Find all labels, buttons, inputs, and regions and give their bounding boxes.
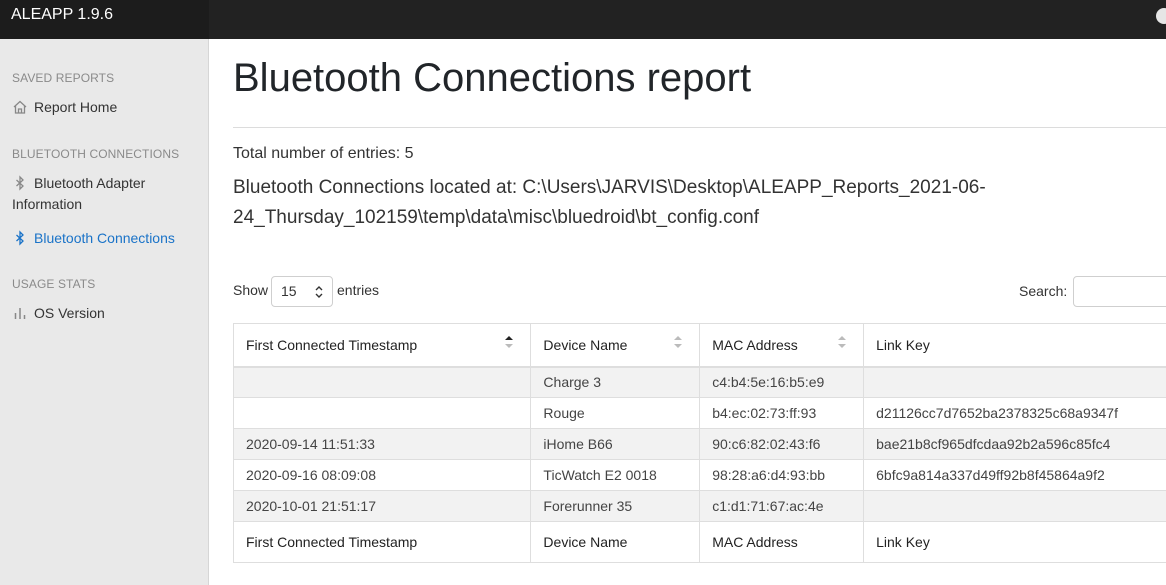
search-input[interactable] xyxy=(1073,276,1166,307)
cell-timestamp xyxy=(232,397,532,429)
sidebar-item-label: OS Version xyxy=(34,305,105,321)
cell-timestamp: 2020-09-14 11:51:33 xyxy=(232,428,532,460)
app-brand[interactable]: ALEAPP 1.9.6 xyxy=(0,0,209,39)
search-label: Search: xyxy=(1019,283,1068,299)
page-size-value: 15 xyxy=(281,283,297,299)
table-header-row: First Connected Timestamp Device Name MA… xyxy=(232,323,1166,368)
footer-header-device-name: Device Name xyxy=(530,521,701,563)
total-entries-text: Total number of entries: 5 xyxy=(233,145,414,162)
sidebar-heading-bluetooth-connections: BLUETOOTH CONNECTIONS xyxy=(12,147,180,161)
bluetooth-icon xyxy=(16,175,24,191)
select-arrows-icon xyxy=(315,286,323,298)
page-size-select[interactable]: 15 xyxy=(271,276,333,307)
sort-ascending-icon xyxy=(505,336,514,348)
bar-chart-icon xyxy=(14,308,26,319)
table-row: Rouge b4:ec:02:73:ff:93 d21126cc7d7652ba… xyxy=(232,397,1166,429)
sort-icon xyxy=(838,336,847,348)
footer-header-link-key: Link Key xyxy=(863,521,1166,563)
sidebar-item-label: Bluetooth Connections xyxy=(34,230,175,246)
column-header-mac-address[interactable]: MAC Address xyxy=(699,323,865,368)
sidebar-item-label: Bluetooth Adapter Information xyxy=(12,175,146,212)
column-header-device-name[interactable]: Device Name xyxy=(530,323,701,368)
footer-header-mac-address: MAC Address xyxy=(699,521,865,563)
cell-mac-address: 98:28:a6:d4:93:bb xyxy=(699,459,865,491)
cell-mac-address: c4:b4:5e:16:b5:e9 xyxy=(699,366,865,398)
sidebar: SAVED REPORTS Report Home BLUETOOTH CONN… xyxy=(0,39,209,585)
cell-device-name: iHome B66 xyxy=(530,428,701,460)
column-header-label: Device Name xyxy=(543,336,628,353)
page-title: Bluetooth Connections report xyxy=(233,56,752,100)
entries-label: entries xyxy=(337,282,380,298)
data-table: First Connected Timestamp Device Name MA… xyxy=(232,323,1166,563)
footer-header-timestamp: First Connected Timestamp xyxy=(232,521,532,563)
cell-link-key xyxy=(863,490,1166,522)
sidebar-item-label: Report Home xyxy=(34,99,118,115)
column-header-timestamp[interactable]: First Connected Timestamp xyxy=(232,323,532,368)
table-row: Charge 3 c4:b4:5e:16:b5:e9 xyxy=(232,366,1166,398)
column-header-label: First Connected Timestamp xyxy=(246,336,418,353)
column-header-label: Link Key xyxy=(876,336,930,353)
cell-device-name: Charge 3 xyxy=(530,366,701,398)
table-row: 2020-09-16 08:09:08 TicWatch E2 0018 98:… xyxy=(232,459,1166,491)
column-header-link-key[interactable]: Link Key xyxy=(863,323,1166,368)
sidebar-item-report-home[interactable]: Report Home xyxy=(12,97,202,118)
source-location-text: Bluetooth Connections located at: C:\Use… xyxy=(233,177,986,228)
column-header-label: MAC Address xyxy=(712,336,798,353)
cell-device-name: Rouge xyxy=(530,397,701,429)
cell-mac-address: 90:c6:82:02:43:f6 xyxy=(699,428,865,460)
cell-device-name: TicWatch E2 0018 xyxy=(530,459,701,491)
theme-toggle-icon[interactable] xyxy=(1156,8,1166,24)
sort-icon xyxy=(674,336,683,348)
cell-timestamp xyxy=(232,366,532,398)
sidebar-item-bluetooth-connections[interactable]: Bluetooth Connections xyxy=(12,228,202,249)
divider xyxy=(233,127,1166,128)
cell-link-key xyxy=(863,366,1166,398)
cell-device-name: Forerunner 35 xyxy=(530,490,701,522)
table-row: 2020-10-01 21:51:17 Forerunner 35 c1:d1:… xyxy=(232,490,1166,522)
cell-timestamp: 2020-09-16 08:09:08 xyxy=(232,459,532,491)
cell-link-key: bae21b8cf965dfcdaa92b2a596c85fc4 xyxy=(863,428,1166,460)
bluetooth-icon xyxy=(16,230,24,246)
cell-mac-address: c1:d1:71:67:ac:4e xyxy=(699,490,865,522)
show-label: Show xyxy=(233,282,269,298)
sidebar-item-bluetooth-adapter[interactable]: Bluetooth Adapter Information xyxy=(12,173,202,215)
top-navbar: ALEAPP 1.9.6 xyxy=(0,0,1166,39)
sidebar-heading-usage-stats: USAGE STATS xyxy=(12,277,96,291)
home-icon xyxy=(13,100,27,114)
cell-mac-address: b4:ec:02:73:ff:93 xyxy=(699,397,865,429)
cell-link-key: d21126cc7d7652ba2378325c68a9347f xyxy=(863,397,1166,429)
table-row: 2020-09-14 11:51:33 iHome B66 90:c6:82:0… xyxy=(232,428,1166,460)
cell-timestamp: 2020-10-01 21:51:17 xyxy=(232,490,532,522)
table-footer-row: First Connected Timestamp Device Name MA… xyxy=(232,521,1166,563)
cell-link-key: 6bfc9a814a337d49ff92b8f45864a9f2 xyxy=(863,459,1166,491)
sidebar-item-os-version[interactable]: OS Version xyxy=(12,303,202,324)
sidebar-heading-saved-reports: SAVED REPORTS xyxy=(12,71,115,85)
